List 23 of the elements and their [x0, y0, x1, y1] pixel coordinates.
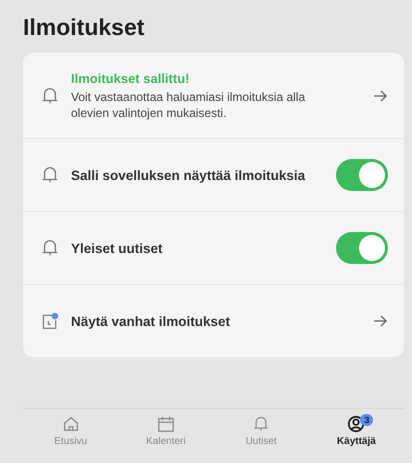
home-icon — [62, 415, 80, 433]
bell-icon — [41, 86, 59, 106]
count-badge: 3 — [360, 414, 374, 426]
toggle-switch[interactable] — [336, 232, 388, 264]
bell-icon — [41, 165, 59, 185]
setting-label: Yleiset uutiset — [71, 240, 164, 256]
status-description: Voit vastaanottaa haluamiasi ilmoituksia alla olevien valintojen mukaisesti. — [71, 88, 306, 120]
nav-tab[interactable]: Etusivu — [23, 415, 118, 463]
status-title: Ilmoitukset sallittu! — [71, 70, 190, 86]
nav-tab[interactable]: 3 Käyttäjä — [308, 415, 404, 463]
nav-tab[interactable]: Uutiset — [214, 415, 309, 463]
bell-icon — [41, 238, 59, 258]
calendar-dot-icon — [41, 311, 59, 331]
user-icon — [347, 415, 366, 433]
nav-tab[interactable]: Kalenteri — [118, 415, 214, 463]
calendar-icon — [156, 415, 175, 433]
page-title: Ilmoitukset — [23, 14, 146, 41]
setting-label: Näytä vanhat ilmoitukset — [71, 314, 232, 328]
bell-icon — [252, 415, 270, 433]
arrow-icon[interactable] — [372, 88, 388, 104]
setting-label: Salli sovelluksen näyttää ilmoituksia — [71, 168, 306, 182]
toggle-switch[interactable] — [336, 159, 388, 191]
arrow-icon[interactable] — [372, 313, 388, 329]
